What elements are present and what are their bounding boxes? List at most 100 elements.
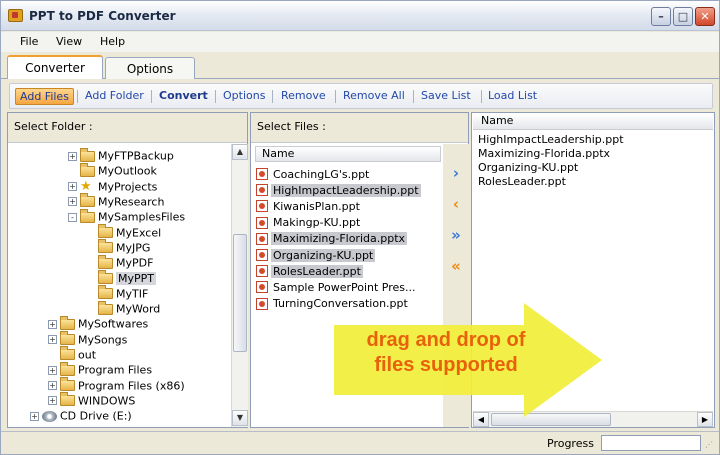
- resize-grip-icon[interactable]: ⋰: [705, 440, 713, 449]
- list-item[interactable]: RolesLeader.ppt: [478, 175, 566, 189]
- folder-tree-item[interactable]: MyPDF: [86, 254, 153, 270]
- file-name: Organizing-KU.ppt: [271, 248, 376, 262]
- menu-help[interactable]: Help: [100, 35, 125, 48]
- app-icon: [8, 9, 23, 22]
- toolbar-separator: [413, 90, 414, 103]
- folder-tree-label: MyJPG: [116, 241, 151, 255]
- folder-tree-item[interactable]: + MyResearch: [68, 193, 165, 209]
- add-files-button[interactable]: Add Files: [15, 88, 74, 105]
- list-item[interactable]: HighImpactLeadership.ppt: [478, 133, 624, 147]
- move-left-icon[interactable]: ‹: [447, 195, 465, 213]
- files-column-name[interactable]: Name: [255, 146, 441, 162]
- folder-tree-item[interactable]: + MySoftwares: [48, 315, 149, 331]
- expand-icon[interactable]: +: [48, 365, 57, 375]
- file-row[interactable]: KiwanisPlan.ppt: [256, 198, 362, 213]
- status-bar: Progress ⋰: [1, 431, 719, 454]
- expand-icon[interactable]: +: [68, 197, 77, 207]
- load-list-button[interactable]: Load List: [484, 88, 541, 105]
- folder-tree-item[interactable]: MyJPG: [86, 239, 151, 255]
- menu-file[interactable]: File: [20, 35, 38, 48]
- list-item[interactable]: Organizing-KU.ppt: [478, 161, 578, 175]
- expand-icon[interactable]: +: [48, 335, 57, 345]
- file-row[interactable]: Sample PowerPoint Pres...: [256, 279, 418, 294]
- folder-tree-item[interactable]: MyWord: [86, 300, 160, 316]
- toolbar-separator: [335, 90, 336, 103]
- drag-drop-hint: drag and drop of files supported: [341, 328, 551, 378]
- folder-tree-item[interactable]: + MySongs: [48, 331, 128, 347]
- folder-tree-item[interactable]: + Program Files (x86): [48, 377, 185, 393]
- file-row[interactable]: CoachingLG's.ppt: [256, 166, 371, 181]
- options-button[interactable]: Options: [219, 88, 269, 105]
- cd-drive-icon: [42, 410, 57, 422]
- folder-tree-item[interactable]: - MySamplesFiles: [68, 208, 186, 224]
- expand-icon[interactable]: +: [68, 151, 77, 161]
- file-name: HighImpactLeadership.ppt: [271, 183, 421, 197]
- folder-scrollbar[interactable]: ▲ ▼: [231, 144, 248, 427]
- folder-tree-label: WINDOWS: [78, 394, 136, 408]
- folder-tree-label: MyResearch: [98, 195, 165, 209]
- expand-icon[interactable]: +: [48, 381, 57, 390]
- file-row[interactable]: Maximizing-Florida.pptx: [256, 231, 408, 246]
- app-window: PPT to PDF Converter – □ ✕ File View Hel…: [0, 0, 720, 455]
- move-all-left-icon[interactable]: «: [447, 257, 465, 275]
- minimize-button[interactable]: –: [651, 7, 671, 26]
- file-row[interactable]: HighImpactLeadership.ppt: [256, 182, 421, 197]
- folder-tree-item[interactable]: MyOutlook: [68, 162, 157, 178]
- toolbar-separator: [77, 90, 78, 103]
- file-name: Maximizing-Florida.pptx: [271, 232, 408, 246]
- menu-view[interactable]: View: [56, 35, 82, 48]
- folder-tree-label: MyOutlook: [98, 164, 157, 178]
- menu-bar: File View Help: [1, 32, 719, 52]
- scroll-up-icon[interactable]: ▲: [232, 144, 248, 160]
- toolbar-separator: [215, 90, 216, 103]
- folder-tree-label: MySoftwares: [78, 317, 149, 331]
- tab-options[interactable]: Options: [105, 57, 195, 79]
- folder-icon: [80, 147, 95, 162]
- folder-tree-label: MyFTPBackup: [98, 149, 174, 163]
- folder-tree-item[interactable]: MyExcel: [86, 224, 161, 240]
- folder-tree-item[interactable]: MyPPT: [86, 269, 156, 285]
- folder-icon: [98, 300, 113, 315]
- folder-tree-item[interactable]: + CD Drive (E:): [30, 408, 132, 422]
- scroll-thumb[interactable]: [233, 234, 247, 352]
- folder-tree-label: MySongs: [78, 333, 128, 347]
- close-button[interactable]: ✕: [695, 7, 715, 26]
- save-list-button[interactable]: Save List: [417, 88, 475, 105]
- move-right-icon[interactable]: ›: [447, 164, 465, 182]
- folder-panel-header: Select Folder :: [8, 113, 247, 143]
- file-name: Makingp-KU.ppt: [273, 216, 361, 230]
- folder-tree-label: Program Files: [78, 363, 153, 377]
- folder-tree-item[interactable]: + MyFTPBackup: [68, 147, 174, 163]
- remove-button[interactable]: Remove: [277, 88, 330, 105]
- expand-icon[interactable]: +: [30, 411, 39, 421]
- toolbar-separator: [481, 90, 482, 103]
- tab-converter[interactable]: Converter: [7, 55, 103, 79]
- drag-drop-line-1: drag and drop of: [366, 329, 526, 351]
- folder-tree-item[interactable]: + WINDOWS: [48, 392, 136, 408]
- title-bar[interactable]: PPT to PDF Converter – □ ✕: [1, 1, 719, 31]
- expand-icon[interactable]: +: [68, 182, 77, 192]
- file-row[interactable]: Organizing-KU.ppt: [256, 247, 376, 262]
- add-folder-button[interactable]: Add Folder: [81, 88, 148, 105]
- remove-all-button[interactable]: Remove All: [339, 88, 409, 105]
- folder-tree-label: MySamplesFiles: [98, 210, 186, 224]
- expand-icon[interactable]: +: [48, 319, 57, 329]
- collapse-icon[interactable]: -: [68, 212, 77, 222]
- folder-tree-item[interactable]: MyTIF: [86, 285, 148, 301]
- maximize-button[interactable]: □: [673, 7, 693, 26]
- list-item[interactable]: Maximizing-Florida.pptx: [478, 147, 610, 161]
- folder-tree-item[interactable]: + Program Files: [48, 361, 153, 377]
- list-column-name[interactable]: Name: [473, 114, 713, 130]
- scroll-right-icon[interactable]: ▶: [697, 412, 713, 427]
- scroll-down-icon[interactable]: ▼: [232, 410, 248, 426]
- folder-tree-item[interactable]: + ★ MyProjects: [68, 179, 157, 194]
- move-all-right-icon[interactable]: »: [447, 226, 465, 244]
- file-row[interactable]: RolesLeader.ppt: [256, 263, 363, 278]
- file-row[interactable]: Makingp-KU.ppt: [256, 215, 362, 230]
- folder-tree[interactable]: + MyFTPBackup MyOutlook + ★ MyProjects + MyRese…: [8, 144, 230, 422]
- file-name: KiwanisPlan.ppt: [273, 199, 360, 213]
- convert-button[interactable]: Convert: [155, 88, 212, 105]
- expand-icon[interactable]: +: [48, 396, 57, 406]
- folder-tree-item[interactable]: out: [48, 346, 96, 362]
- ppt-file-icon: [256, 297, 268, 310]
